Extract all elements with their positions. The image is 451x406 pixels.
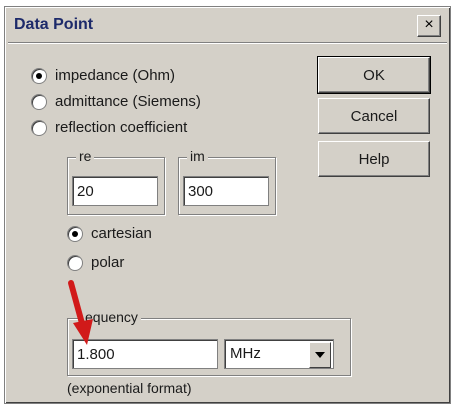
radio-admittance[interactable]: admittance (Siemens): [31, 93, 201, 110]
radio-admittance-indicator[interactable]: [31, 93, 47, 110]
radio-polar-label: polar: [91, 254, 125, 271]
title-bar: Data Point ×: [8, 10, 447, 40]
exponential-format-note: (exponential format): [67, 380, 192, 396]
frequency-group: equency 1.800 MHz: [67, 309, 351, 376]
radio-impedance-label: impedance (Ohm): [55, 67, 176, 84]
re-group: re 20: [67, 148, 165, 215]
radio-reflection-coefficient[interactable]: reflection coefficient: [31, 119, 187, 136]
chevron-down-icon[interactable]: [309, 342, 331, 368]
im-group: im 300: [178, 148, 276, 215]
data-point-dialog: Data Point × impedance (Ohm) admittance …: [4, 6, 451, 404]
radio-impedance[interactable]: impedance (Ohm): [31, 67, 175, 84]
radio-cartesian-label: cartesian: [91, 225, 152, 242]
radio-polar-indicator[interactable]: [67, 254, 83, 271]
re-input[interactable]: 20: [72, 176, 158, 206]
re-group-label: re: [76, 148, 95, 164]
frequency-unit-select[interactable]: MHz: [224, 339, 334, 369]
cancel-button[interactable]: Cancel: [318, 98, 430, 134]
close-button[interactable]: ×: [417, 15, 441, 37]
radio-reflection-indicator[interactable]: [31, 119, 47, 136]
radio-cartesian[interactable]: cartesian: [67, 225, 152, 242]
annotation-arrow-icon: [68, 280, 93, 345]
radio-impedance-indicator[interactable]: [31, 67, 47, 84]
radio-cartesian-indicator[interactable]: [67, 225, 83, 242]
dialog-title: Data Point: [14, 16, 94, 33]
frequency-unit-value: MHz: [230, 345, 261, 362]
title-separator: [8, 42, 447, 44]
im-input[interactable]: 300: [183, 176, 269, 206]
radio-polar[interactable]: polar: [67, 254, 124, 271]
radio-admittance-label: admittance (Siemens): [55, 93, 201, 110]
ok-button[interactable]: OK: [317, 56, 431, 94]
help-button[interactable]: Help: [318, 141, 430, 177]
im-group-label: im: [187, 148, 208, 164]
radio-reflection-label: reflection coefficient: [55, 119, 188, 136]
